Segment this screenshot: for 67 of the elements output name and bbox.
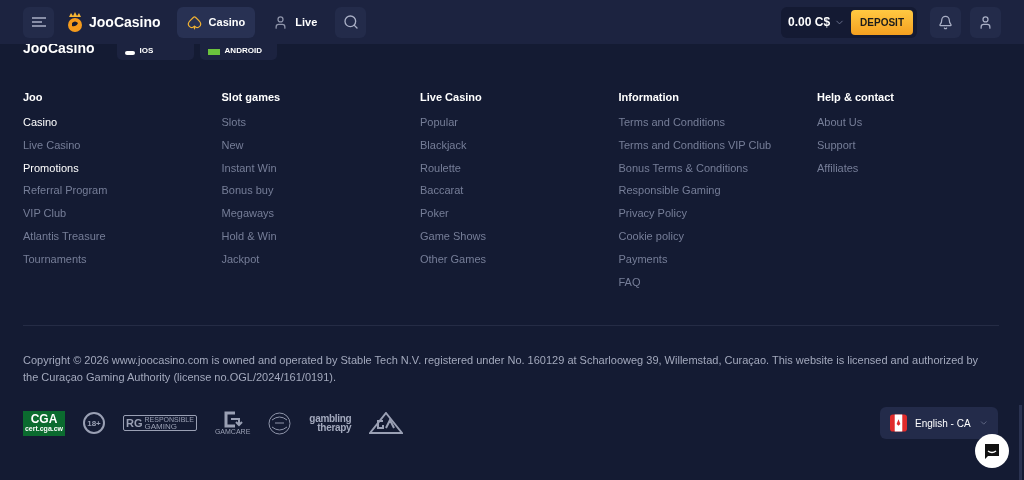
column-title: Information	[618, 90, 679, 104]
footer-link[interactable]: About Us	[817, 115, 863, 129]
gambling-therapy-logo: gambling therapy	[309, 414, 352, 432]
footer-link[interactable]: Casino	[23, 115, 58, 129]
bell-icon	[938, 14, 953, 30]
brand-logo[interactable]: JooCasino	[66, 12, 161, 32]
search-icon	[342, 14, 359, 30]
footer-link[interactable]: VIP Club	[23, 206, 67, 221]
column-title: Joo	[23, 90, 43, 104]
deposit-button[interactable]: DEPOSIT	[851, 9, 913, 35]
globe-logo-icon	[268, 411, 292, 435]
footer-link[interactable]: FAQ	[618, 274, 641, 289]
footer-link[interactable]: Poker	[420, 206, 449, 221]
footer-link[interactable]: Affiliates	[817, 160, 859, 175]
footer-link[interactable]: Referral Program	[23, 183, 108, 198]
footer-link[interactable]: Support	[817, 137, 856, 152]
footer-link[interactable]: Bonus buy	[221, 183, 274, 198]
apple-icon	[124, 51, 135, 55]
copyright-text: Copyright © 2026 www.joocasino.com is owned and operated by Stable Tech N.V. registered under No. 160129 at Scharlooweg 39, Willemstad, Curaçao. This website is licensed and authorized by the Curaçao Gaming Authority (license no.OGL/2024/161/0191).	[23, 353, 980, 385]
footer-link[interactable]: Slots	[221, 115, 246, 129]
footer-link[interactable]: Popular	[420, 115, 458, 129]
footer-link[interactable]: Terms and Conditions	[618, 115, 725, 129]
footer-link[interactable]: Game Shows	[420, 229, 487, 243]
column-title: Help & contact	[817, 90, 894, 104]
user-icon	[978, 14, 993, 30]
search-button[interactable]	[335, 6, 367, 38]
footer-link[interactable]: Live Casino	[23, 137, 81, 152]
age-limit-logo: 18+	[83, 412, 105, 434]
chat-button[interactable]	[975, 434, 1009, 468]
app-download-button[interactable]: IOS	[116, 44, 194, 60]
column-title: Slot games	[221, 90, 281, 104]
app-download-button[interactable]: ANDROID	[199, 44, 277, 60]
column-title: Live Casino	[420, 90, 482, 104]
profile-button[interactable]	[970, 6, 1001, 38]
chat-icon	[984, 443, 1000, 459]
footer-link[interactable]: Payments	[618, 251, 668, 266]
canada-flag-icon	[890, 414, 907, 432]
footer-link[interactable]: Blackjack	[420, 137, 467, 152]
nav-tab[interactable]: Live	[263, 6, 328, 38]
footer-link[interactable]: Responsible Gaming	[618, 183, 721, 198]
footer-link[interactable]: Instant Win	[221, 160, 277, 175]
balance-button[interactable]: 0.00 C$	[788, 15, 846, 29]
chevron-down-icon	[978, 418, 988, 428]
footer-link[interactable]: Privacy Policy	[618, 206, 687, 221]
footer-link[interactable]: Baccarat	[420, 183, 464, 198]
footer-link[interactable]: Terms and Conditions VIP Club	[618, 137, 772, 152]
footer-link[interactable]: Tournaments	[23, 251, 87, 266]
footer-link[interactable]: Hold & Win	[221, 229, 277, 243]
language-selector[interactable]: English - CA	[880, 407, 998, 439]
notifications-button[interactable]	[930, 6, 961, 38]
ga-logo-icon	[369, 412, 404, 434]
footer-link[interactable]: New	[221, 137, 244, 152]
footer-link[interactable]: Promotions	[23, 160, 79, 175]
menu-icon	[31, 17, 46, 27]
crown-logo-icon	[66, 12, 84, 32]
android-icon	[207, 49, 220, 55]
nav-tab[interactable]: Casino	[176, 6, 256, 38]
footer-link[interactable]: Bonus Terms & Conditions	[618, 160, 748, 175]
footer-link[interactable]: Megaways	[221, 206, 275, 221]
footer-link[interactable]: Cookie policy	[618, 229, 684, 243]
footer-link[interactable]: Atlantis Treasure	[23, 229, 106, 243]
menu-button[interactable]	[23, 6, 54, 38]
footer-link[interactable]: Jackpot	[221, 251, 260, 266]
footer-link[interactable]: Other Games	[420, 251, 487, 266]
person-icon	[273, 14, 289, 30]
spade-icon	[186, 14, 202, 30]
footer-link[interactable]: Roulette	[420, 160, 461, 175]
